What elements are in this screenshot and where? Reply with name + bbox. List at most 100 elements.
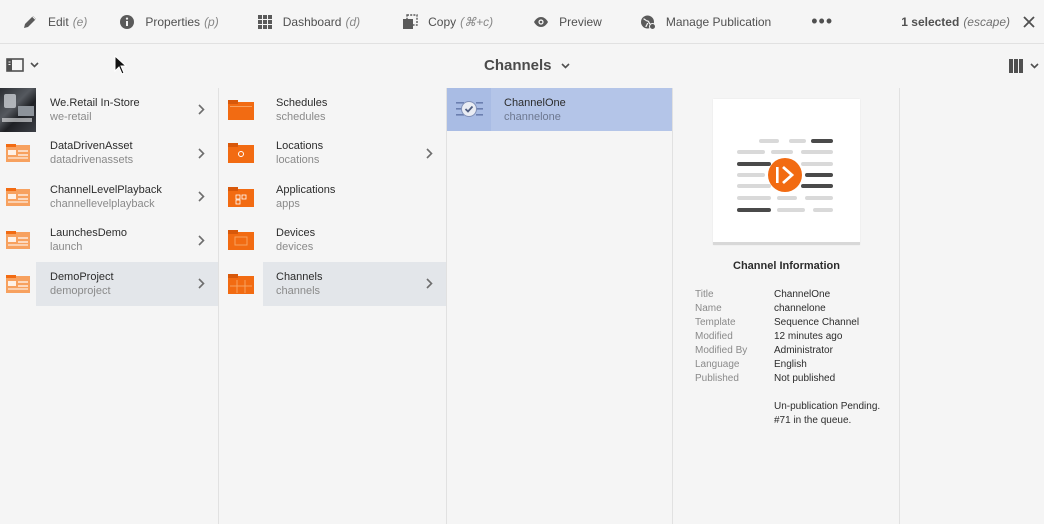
column-projects: We.Retail In-Store we-retail DataDrivenAs…	[0, 88, 219, 524]
location-folder-icon	[228, 143, 254, 164]
list-item[interactable]: Devices devices	[219, 219, 446, 263]
metadata-row: Published Not published	[695, 372, 859, 386]
metadata-value: Sequence Channel	[774, 317, 860, 328]
chevron-down-icon	[30, 62, 39, 68]
schedule-folder-icon	[228, 99, 254, 120]
list-item[interactable]: Schedules schedules	[219, 88, 446, 132]
edit-button[interactable]: Edit (e)	[0, 0, 99, 44]
title-bar: Channels	[0, 44, 1044, 88]
item-title: Locations	[276, 140, 324, 153]
metadata-value: ChannelOne	[774, 289, 831, 300]
project-thumbnail	[0, 262, 36, 306]
item-name: devices	[276, 241, 314, 254]
copy-icon	[403, 13, 418, 29]
manage-publication-label: Manage Publication	[665, 14, 772, 29]
list-item[interactable]: Applications apps	[219, 175, 446, 219]
sequence-channel-illustration	[737, 139, 833, 212]
project-thumbnail	[0, 132, 36, 176]
page-title: Channels	[484, 57, 552, 74]
pencil-icon	[24, 15, 36, 28]
column-view-icon	[1009, 59, 1023, 73]
item-title: Schedules	[276, 96, 328, 109]
metadata-list: Title ChannelOne Name channelone Template S…	[695, 288, 859, 386]
metadata-row: Template Sequence Channel	[695, 316, 859, 330]
view-switcher-button[interactable]	[1008, 58, 1039, 74]
channel-info-panel: Channel Information Title ChannelOne Name…	[673, 88, 900, 524]
close-selection-button[interactable]	[1018, 11, 1040, 33]
metadata-value: English	[774, 359, 807, 370]
devices-folder-icon	[228, 230, 254, 251]
item-title: ChannelLevelPlayback	[50, 183, 162, 196]
list-item[interactable]: DataDrivenAsset datadrivenassets	[0, 132, 218, 176]
item-name: datadrivenassets	[50, 154, 134, 167]
info-icon	[120, 14, 135, 29]
metadata-value: channelone	[774, 303, 826, 314]
metadata-row: Language English	[695, 358, 859, 372]
dashboard-shortcut: (d)	[345, 14, 361, 29]
item-title: We.Retail In-Store	[50, 96, 140, 109]
list-item-selected[interactable]: ChannelOne channelone	[447, 88, 672, 131]
metadata-key: Template	[695, 317, 736, 328]
manage-publication-button[interactable]: Manage Publication	[614, 0, 783, 44]
metadata-row: Title ChannelOne	[695, 288, 859, 302]
metadata-value: Administrator	[774, 345, 833, 356]
rail-toggle-button[interactable]	[6, 57, 39, 73]
chevron-right-icon	[426, 147, 433, 159]
sidebar-panel-icon	[6, 58, 24, 72]
preview-button[interactable]: Preview	[505, 0, 614, 44]
list-item-active[interactable]: Channels channels	[219, 262, 446, 306]
publication-status-note: Un-publication Pending. #71 in the queue…	[774, 400, 880, 428]
more-actions-button[interactable]: •••	[783, 0, 843, 44]
edit-shortcut: (e)	[72, 14, 88, 29]
folder-thumbnail	[219, 132, 263, 176]
item-name: we-retail	[50, 110, 92, 123]
chevron-down-icon	[560, 62, 570, 69]
item-title: DemoProject	[50, 270, 114, 283]
item-name: demoproject	[50, 284, 111, 297]
folder-thumbnail	[219, 175, 263, 219]
screens-project-icon	[6, 187, 30, 206]
properties-label: Properties	[145, 14, 201, 29]
grid-icon	[257, 14, 272, 29]
metadata-key: Modified	[695, 331, 733, 342]
screens-project-icon	[6, 274, 30, 293]
copy-button[interactable]: Copy (⌘+c)	[372, 0, 505, 44]
preview-label: Preview	[559, 14, 602, 29]
list-item[interactable]: LaunchesDemo launch	[0, 219, 218, 263]
copy-shortcut: (⌘+c)	[460, 14, 494, 29]
list-item-active[interactable]: DemoProject demoproject	[0, 262, 218, 306]
column-channels: ChannelOne channelone	[447, 88, 673, 524]
item-name: channellevelplayback	[50, 197, 155, 210]
list-item[interactable]: ChannelLevelPlayback channellevelplayback	[0, 175, 218, 219]
properties-shortcut: (p)	[204, 14, 219, 29]
escape-hint: (escape)	[963, 14, 1010, 29]
chevron-right-icon	[198, 191, 205, 202]
folder-thumbnail	[219, 262, 263, 306]
metadata-value: Not published	[774, 373, 836, 384]
breadcrumb-title[interactable]: Channels	[484, 57, 570, 74]
channels-folder-icon	[228, 273, 254, 294]
metadata-row: Name channelone	[695, 302, 859, 316]
pending-status-line: Un-publication Pending.	[774, 401, 881, 412]
queue-position-line: #71 in the queue.	[774, 415, 852, 426]
list-item[interactable]: We.Retail In-Store we-retail	[0, 88, 218, 132]
chevron-right-icon	[198, 104, 205, 115]
metadata-row: Modified By Administrator	[695, 344, 859, 358]
item-name: schedules	[276, 110, 326, 123]
screens-project-icon	[6, 231, 30, 250]
item-name: locations	[276, 154, 320, 167]
item-name: channelone	[504, 110, 561, 123]
info-heading: Channel Information	[733, 260, 840, 272]
folder-thumbnail	[219, 88, 263, 132]
chevron-right-icon	[426, 278, 433, 289]
copy-label: Copy	[428, 14, 457, 29]
chevron-right-icon	[198, 234, 205, 246]
dashboard-button[interactable]: Dashboard (d)	[231, 0, 372, 44]
metadata-value: 12 minutes ago	[774, 331, 843, 342]
globe-publish-icon	[640, 15, 656, 30]
chevron-down-icon	[1030, 63, 1039, 69]
edit-label: Edit	[48, 14, 69, 29]
channel-preview-card	[713, 99, 860, 245]
list-item[interactable]: Locations locations	[219, 132, 446, 176]
properties-button[interactable]: Properties (p)	[99, 0, 230, 44]
